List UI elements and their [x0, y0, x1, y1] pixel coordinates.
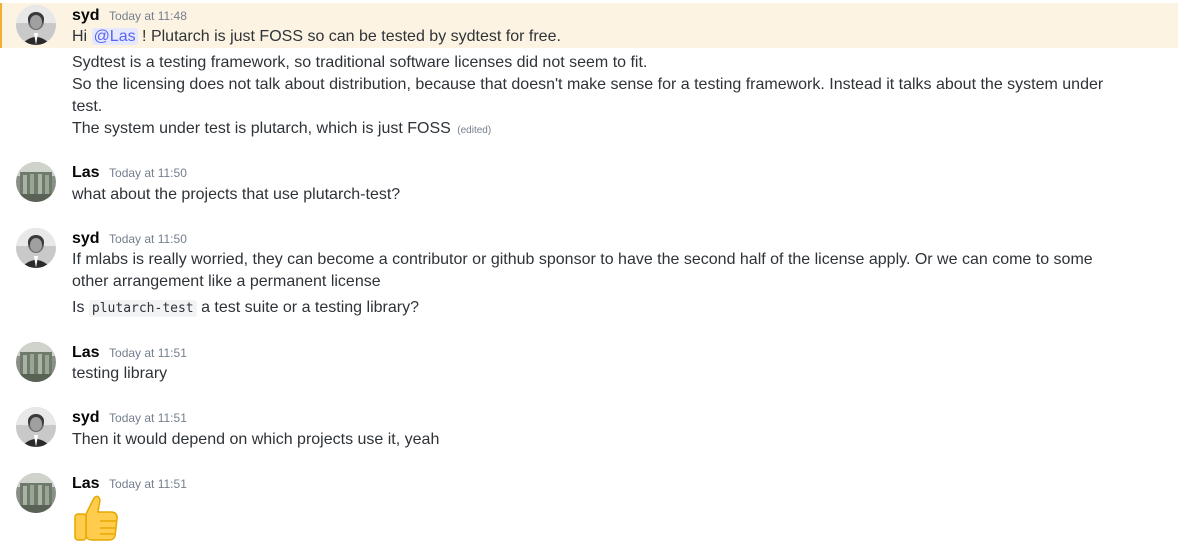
message-header: Las Today at 11:51 [72, 475, 187, 493]
avatar-syd-image [16, 5, 56, 45]
timestamp[interactable]: Today at 11:50 [109, 166, 187, 180]
message-text: Then it would depend on which projects u… [72, 431, 440, 448]
author-name[interactable]: syd [72, 7, 100, 24]
avatar-syd[interactable] [16, 407, 56, 447]
message-text: The system under test is plutarch, which… [72, 118, 1112, 142]
thumbs-up-icon-graphic [74, 495, 118, 541]
message-text: testing library [72, 365, 168, 382]
author-name[interactable]: syd [72, 230, 100, 247]
message-header: syd Today at 11:51 [72, 409, 187, 427]
avatar-syd[interactable] [16, 228, 56, 268]
timestamp[interactable]: Today at 11:51 [109, 477, 187, 491]
message-header: Las Today at 11:51 [72, 344, 187, 362]
message-text: Hi @Las ! Plutarch is just FOSS so can b… [72, 26, 1112, 48]
timestamp[interactable]: Today at 11:51 [109, 346, 187, 360]
avatar-las[interactable] [16, 162, 56, 202]
author-name[interactable]: Las [72, 164, 100, 181]
inline-code: plutarch-test [88, 300, 197, 317]
message-text: what about the projects that use plutarc… [72, 186, 401, 203]
avatar-las[interactable] [16, 473, 56, 513]
message-text-segment: Hi [72, 28, 92, 45]
avatar-las-image [16, 162, 56, 202]
message-text: If mlabs is really worried, they can bec… [72, 251, 1093, 290]
message-text: Is plutarch-test a test suite or a testi… [72, 297, 1112, 320]
message-header: syd Today at 11:48 [72, 7, 187, 25]
timestamp[interactable]: Today at 11:48 [109, 9, 187, 23]
message-text: So the licensing does not talk about dis… [72, 76, 1104, 115]
timestamp[interactable]: Today at 11:50 [109, 232, 187, 246]
message-header: syd Today at 11:50 [72, 230, 187, 248]
timestamp[interactable]: Today at 11:51 [109, 411, 187, 425]
message-text-segment: ! Plutarch is just FOSS so can be tested… [137, 28, 561, 45]
message-text-segment: a test suite or a testing library? [196, 299, 419, 316]
user-mention[interactable]: @Las [91, 28, 138, 45]
avatar-syd-image [16, 407, 56, 447]
author-name[interactable]: syd [72, 409, 100, 426]
chat-messages: syd Today at 11:48 Hi @Las ! Plutarch is… [0, 0, 1178, 559]
avatar-las-image [16, 473, 56, 513]
avatar-syd-image [16, 228, 56, 268]
thumbs-up-icon[interactable] [72, 492, 122, 547]
message-text-segment: The system under test is plutarch, which… [72, 120, 451, 137]
message-text: Sydtest is a testing framework, so tradi… [72, 54, 648, 71]
message-header: Las Today at 11:50 [72, 164, 187, 182]
avatar-syd[interactable] [16, 5, 56, 45]
edited-label: (edited) [457, 125, 492, 136]
author-name[interactable]: Las [72, 344, 100, 361]
author-name[interactable]: Las [72, 475, 100, 492]
message-text-segment: Is [72, 299, 89, 316]
avatar-las[interactable] [16, 342, 56, 382]
avatar-las-image [16, 342, 56, 382]
